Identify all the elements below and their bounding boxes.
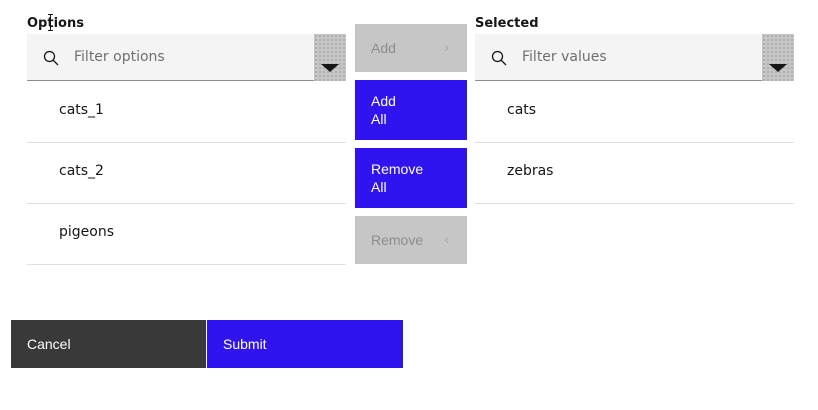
add-all-button-label: Add All (371, 92, 396, 127)
selected-item-cats[interactable]: cats (475, 82, 794, 143)
remove-all-button[interactable]: Remove All (355, 148, 467, 208)
add-button-label: Add (371, 40, 396, 56)
options-dropdown-toggle[interactable] (314, 34, 346, 81)
add-button[interactable]: Add › (355, 24, 467, 72)
options-filter (27, 34, 346, 81)
caret-down-icon (321, 64, 339, 72)
selected-list: cats zebras (475, 82, 794, 204)
cancel-button[interactable]: Cancel (11, 320, 206, 368)
search-icon (491, 50, 507, 66)
options-label: Options (27, 16, 84, 31)
remove-button[interactable]: Remove ‹ (355, 216, 467, 264)
submit-button[interactable]: Submit (207, 320, 403, 368)
remove-all-button-label: Remove All (371, 160, 424, 195)
options-item-cats-2[interactable]: cats_2 (27, 143, 346, 204)
caret-down-icon (769, 64, 787, 72)
selected-filter-input[interactable] (522, 34, 752, 80)
selected-item-zebras[interactable]: zebras (475, 143, 794, 204)
options-filter-input[interactable] (74, 34, 304, 80)
add-all-button[interactable]: Add All (355, 80, 467, 140)
selected-filter (475, 34, 794, 81)
selected-label: Selected (475, 16, 539, 31)
selected-dropdown-toggle[interactable] (762, 34, 794, 81)
options-item-pigeons[interactable]: pigeons (27, 204, 346, 265)
chevron-right-icon: › (444, 39, 449, 55)
search-icon (43, 50, 59, 66)
chevron-left-icon: ‹ (444, 231, 449, 247)
options-list: cats_1 cats_2 pigeons (27, 82, 346, 265)
remove-button-label: Remove (371, 232, 424, 248)
options-item-cats-1[interactable]: cats_1 (27, 82, 346, 143)
